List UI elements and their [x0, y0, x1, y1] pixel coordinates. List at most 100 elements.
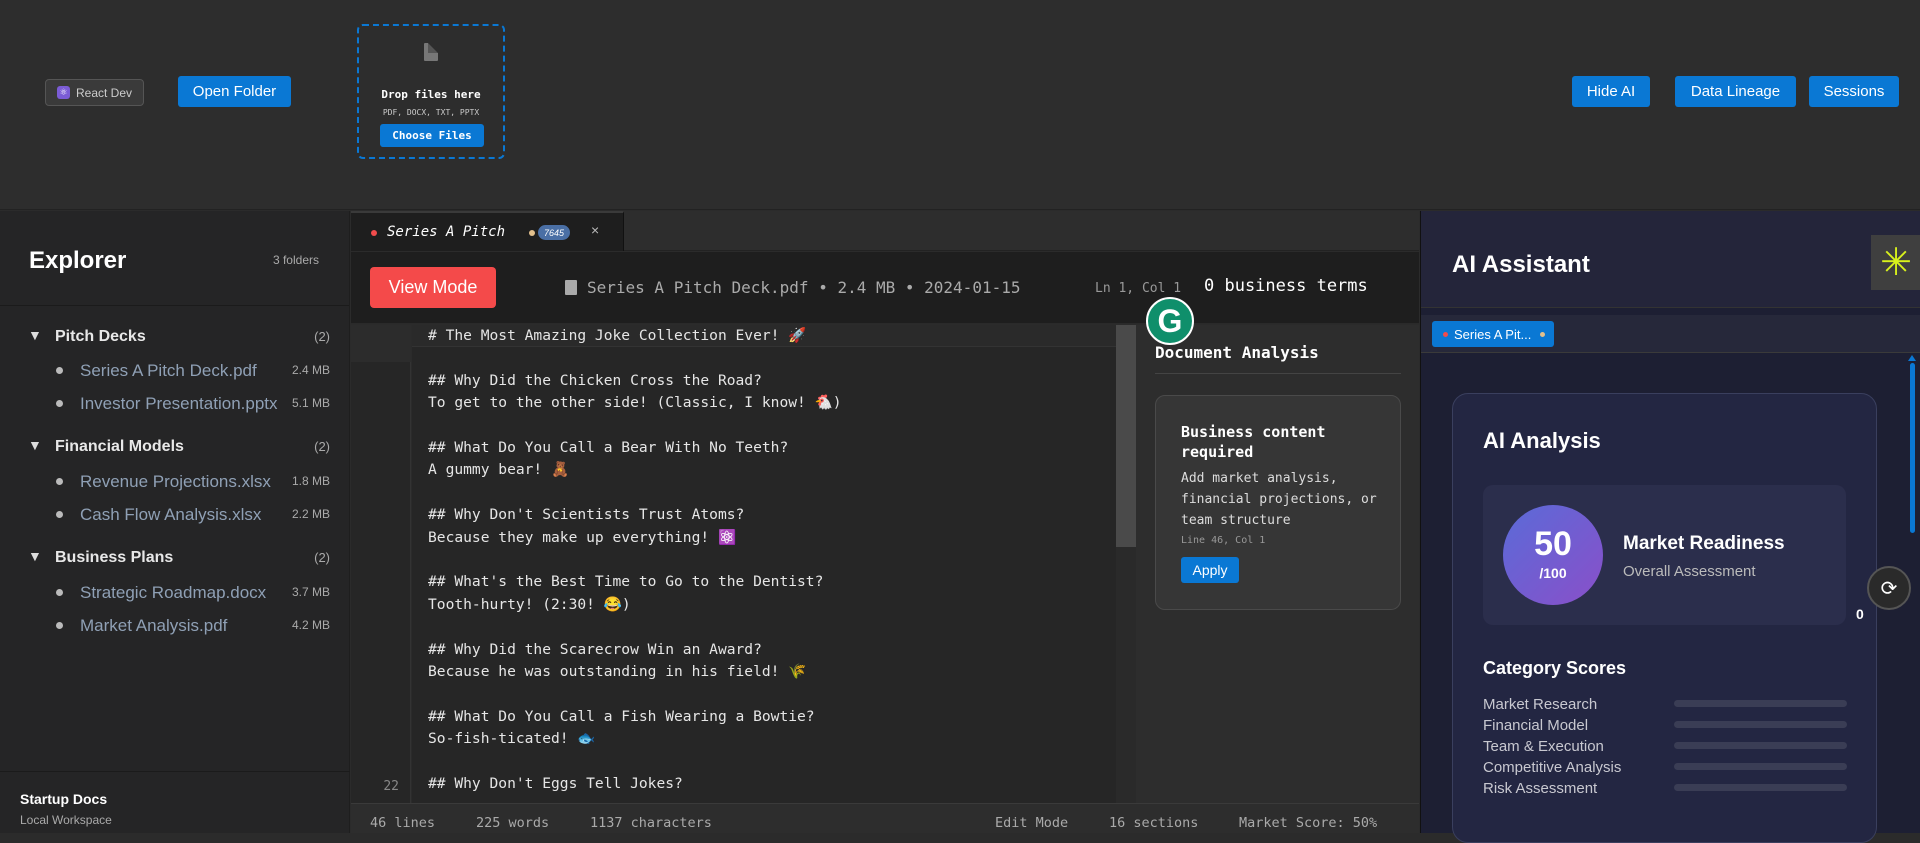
business-terms-count: 0 business terms [1204, 276, 1368, 296]
file-name: Series A Pitch Deck.pdf [80, 361, 257, 380]
category-progress-bar [1674, 721, 1847, 728]
editor-content[interactable]: # The Most Amazing Joke Collection Ever!… [428, 325, 842, 796]
score-circle: 50 /100 [1503, 505, 1603, 605]
ai-analysis-card: AI Analysis 50 /100 Market Readiness Ove… [1452, 393, 1877, 843]
document-meta: Series A Pitch Deck.pdf • 2.4 MB • 2024-… [565, 278, 1020, 297]
mode-indicator: Edit Mode [995, 815, 1069, 831]
line-count: 46 lines [370, 815, 436, 831]
category-row: Competitive Analysis [1483, 757, 1847, 777]
file-item[interactable]: Revenue Projections.xlsx 1.8 MB [0, 469, 350, 493]
folder-name: Financial Models [55, 438, 184, 455]
category-scores-title: Category Scores [1483, 658, 1627, 678]
status-dot-icon [529, 230, 535, 236]
unsaved-dot-icon [371, 230, 377, 236]
chevron-down-icon: ▼ [28, 548, 42, 564]
unsaved-dot-icon [1443, 331, 1448, 337]
file-dropzone[interactable]: Drop files here PDF, DOCX, TXT, PPTX Cho… [357, 24, 505, 159]
document-meta-text: Series A Pitch Deck.pdf • 2.4 MB • 2024-… [587, 278, 1021, 297]
word-count: 225 words [476, 815, 550, 831]
document-icon [565, 280, 577, 295]
bullet-icon [56, 622, 63, 629]
file-item[interactable]: Investor Presentation.pptx 5.1 MB [0, 391, 350, 415]
open-folder-button[interactable]: Open Folder [178, 76, 291, 107]
ai-document-tab[interactable]: Series A Pit... [1432, 321, 1554, 347]
explorer-header: Explorer 3 folders [0, 211, 349, 306]
char-count: 1137 characters [590, 815, 712, 831]
score-value: 50 [1534, 525, 1572, 563]
market-readiness-box: 50 /100 Market Readiness Overall Assessm… [1483, 485, 1846, 625]
folder-pitch-decks[interactable]: ▼ Pitch Decks (2) [0, 325, 350, 349]
ai-assistant-panel: AI Assistant ✳ Series A Pit... AI Analys… [1420, 211, 1920, 843]
readiness-subtitle: Overall Assessment [1623, 563, 1756, 580]
suggestion-title: Business content required [1181, 423, 1326, 461]
category-row: Financial Model [1483, 715, 1847, 735]
suggestion-description: Add market analysis, financial projectio… [1181, 471, 1377, 528]
float-count: 0 [1856, 606, 1864, 622]
score-denominator: /100 [1539, 565, 1567, 581]
ai-header: AI Assistant ✳ [1421, 211, 1920, 308]
code-editor[interactable]: # The Most Amazing Joke Collection Ever!… [412, 325, 1117, 803]
ai-analysis-title: AI Analysis [1483, 428, 1601, 453]
chevron-down-icon: ▼ [28, 437, 42, 453]
status-bar: 46 lines 225 words 1137 characters Edit … [351, 803, 1419, 833]
category-row: Risk Assessment [1483, 778, 1847, 798]
cursor-position: Ln 1, Col 1 [1095, 281, 1182, 296]
bullet-icon [56, 511, 63, 518]
profile-label: React Dev [76, 85, 133, 100]
profile-chip[interactable]: ⚛ React Dev [45, 79, 145, 106]
section-count: 16 sections [1109, 815, 1199, 831]
file-item[interactable]: Series A Pitch Deck.pdf 2.4 MB [0, 358, 350, 382]
bullet-icon [56, 478, 63, 485]
file-size: 4.2 MB [291, 618, 330, 632]
category-row: Team & Execution [1483, 736, 1847, 756]
hide-ai-button[interactable]: Hide AI [1572, 76, 1650, 107]
folder-name: Pitch Decks [55, 328, 146, 345]
folder-name: Business Plans [55, 549, 174, 566]
analysis-title: Document Analysis [1155, 343, 1319, 362]
choose-files-button[interactable]: Choose Files [380, 124, 484, 147]
folder-financial-models[interactable]: ▼ Financial Models (2) [0, 435, 350, 459]
workspace-type: Local Workspace [20, 813, 112, 827]
line-number-gutter: 22 [351, 325, 411, 803]
status-dot-icon [1540, 331, 1546, 337]
ai-float-icon[interactable]: ⟳ [1867, 566, 1911, 610]
close-icon[interactable]: × [591, 222, 599, 238]
sessions-button[interactable]: Sessions [1809, 76, 1899, 107]
scrollbar-thumb[interactable] [1116, 325, 1136, 547]
tab-series-a-pitch[interactable]: Series A Pitch 7645 × [351, 211, 624, 251]
grammarly-g-icon[interactable]: G [1146, 297, 1194, 345]
bullet-icon [56, 589, 63, 596]
suggestion-card: Business content required Add market ana… [1155, 395, 1401, 610]
file-name: Revenue Projections.xlsx [80, 472, 271, 491]
scroll-up-icon[interactable] [1908, 355, 1916, 361]
ai-scrollbar[interactable] [1910, 363, 1915, 533]
category-progress-bar [1674, 784, 1847, 791]
top-bar: ⚛ React Dev Open Folder Drop files here … [0, 0, 1920, 210]
file-item[interactable]: Strategic Roadmap.docx 3.7 MB [0, 580, 350, 604]
editor-scrollbar[interactable] [1116, 325, 1136, 803]
category-label: Risk Assessment [1483, 780, 1598, 797]
category-label: Market Research [1483, 696, 1598, 713]
file-size: 2.2 MB [291, 507, 330, 521]
file-item[interactable]: Market Analysis.pdf 4.2 MB [0, 613, 350, 637]
editor-header: View Mode Series A Pitch Deck.pdf • 2.4 … [351, 252, 1419, 324]
dropzone-title: Drop files here [381, 88, 481, 101]
folder-file-count: (2) [314, 550, 330, 565]
folder-business-plans[interactable]: ▼ Business Plans (2) [0, 546, 350, 570]
file-item[interactable]: Cash Flow Analysis.xlsx 2.2 MB [0, 502, 350, 526]
ai-title: AI Assistant [1452, 251, 1590, 278]
tab-label: Series A Pitch [387, 224, 506, 240]
view-mode-button[interactable]: View Mode [370, 267, 496, 308]
apply-button[interactable]: Apply [1181, 557, 1239, 583]
file-size: 2.4 MB [291, 363, 330, 377]
folder-count: 3 folders [272, 253, 319, 267]
ai-tab-strip: Series A Pit... [1421, 315, 1920, 353]
bullet-icon [56, 367, 63, 374]
file-name: Investor Presentation.pptx [80, 394, 278, 413]
data-lineage-button[interactable]: Data Lineage [1675, 76, 1796, 107]
sparkle-icon[interactable]: ✳ [1871, 235, 1920, 290]
category-progress-bar [1674, 763, 1847, 770]
current-line-highlight [351, 325, 411, 362]
workspace-name: Startup Docs [20, 791, 108, 807]
workspace-footer: Startup Docs Local Workspace [0, 771, 350, 833]
